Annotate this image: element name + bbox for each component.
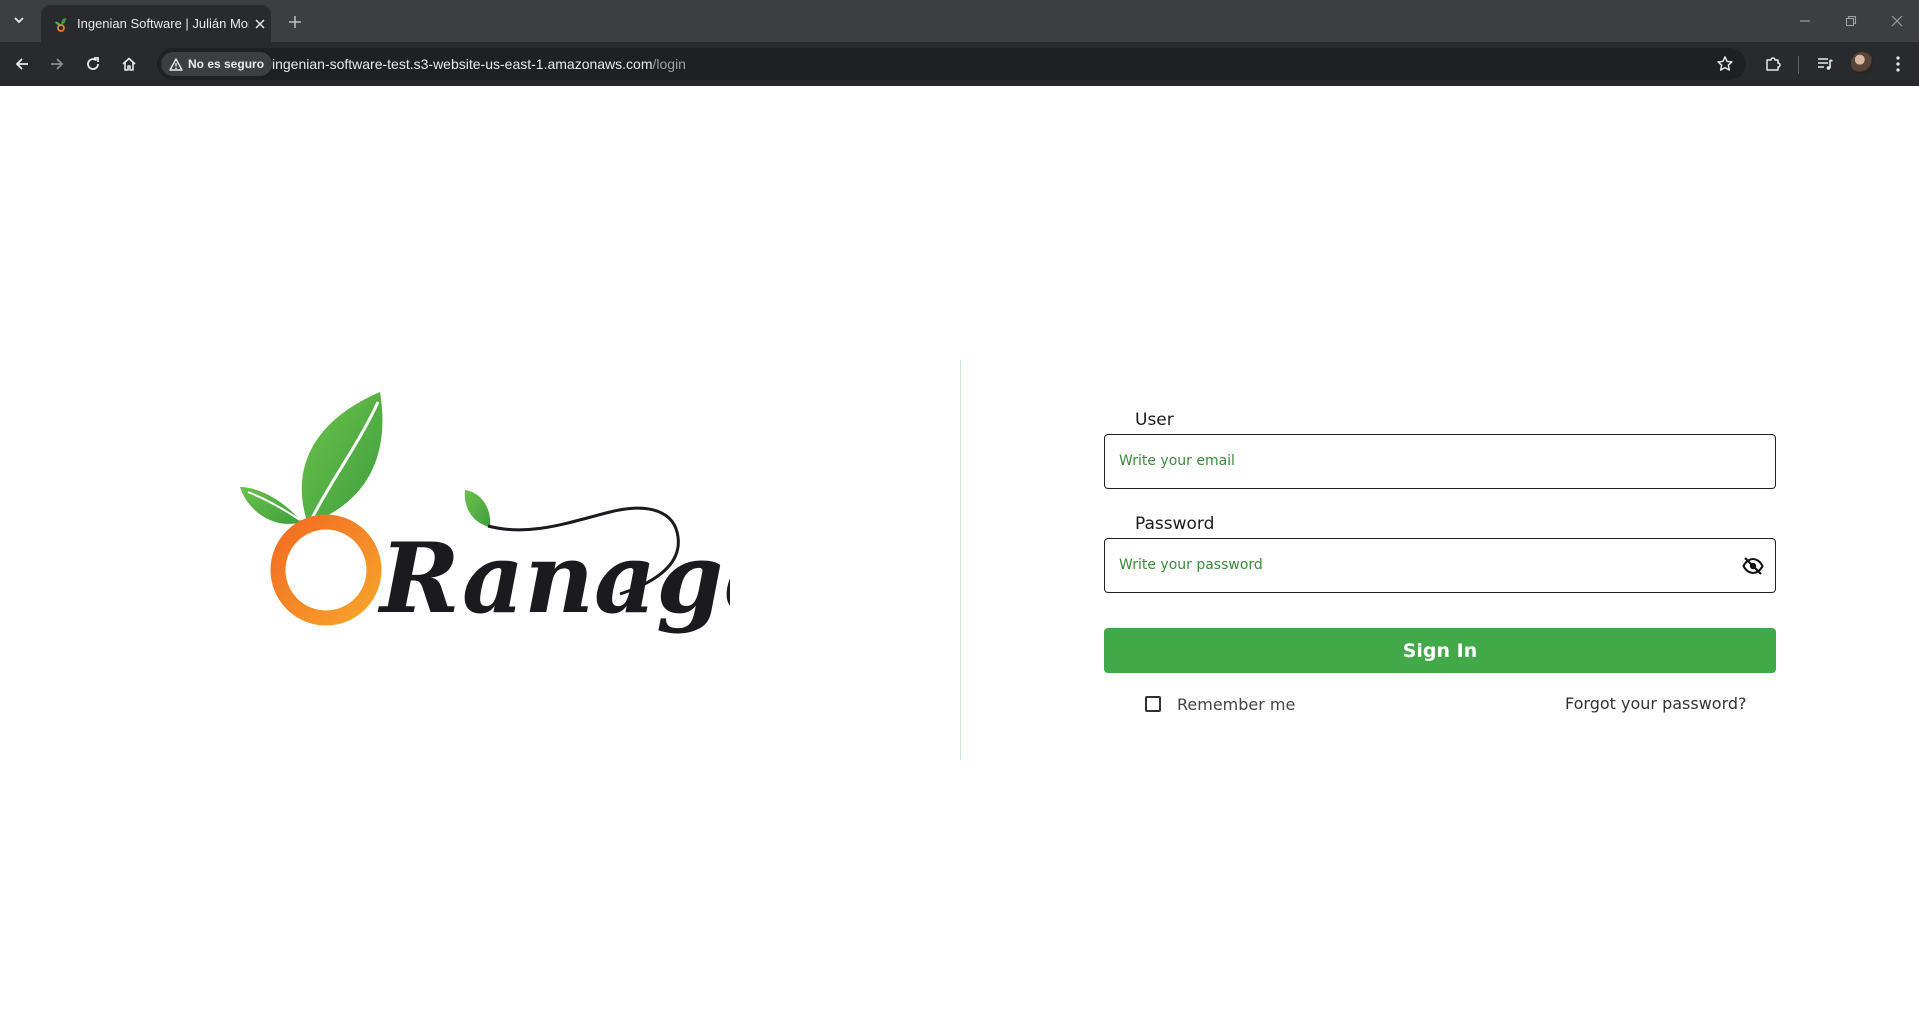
password-field xyxy=(1104,538,1776,593)
back-button[interactable] xyxy=(8,50,36,78)
reload-button[interactable] xyxy=(79,50,107,78)
chrome-menu-button[interactable] xyxy=(1884,50,1912,78)
minimize-icon xyxy=(1800,20,1810,22)
reload-icon xyxy=(87,57,99,70)
url-host: ingenian-software-test.s3-website-us-eas… xyxy=(272,56,653,72)
plant-favicon-icon xyxy=(53,16,69,32)
restore-button[interactable] xyxy=(1839,10,1863,32)
new-tab-button[interactable] xyxy=(283,10,307,34)
forward-button[interactable] xyxy=(43,50,71,78)
plus-icon xyxy=(289,16,301,28)
close-icon xyxy=(1891,15,1903,27)
tab-close-button[interactable] xyxy=(251,15,269,33)
forgot-password-link[interactable]: Forgot your password? xyxy=(1565,694,1747,713)
email-input[interactable] xyxy=(1119,435,1739,487)
bookmark-star-icon[interactable] xyxy=(1716,55,1734,73)
tab-strip: Ingenian Software | Julián Mora xyxy=(0,0,1919,42)
extensions-button[interactable] xyxy=(1759,50,1787,78)
arrow-right-icon xyxy=(51,58,64,70)
arrow-left-icon xyxy=(15,58,28,70)
media-button[interactable] xyxy=(1811,50,1839,78)
user-label: User xyxy=(1135,410,1174,430)
security-chip[interactable]: No es seguro xyxy=(161,52,273,76)
orange-logo: Ranage xyxy=(240,392,730,635)
eye-off-icon[interactable] xyxy=(1741,555,1765,577)
address-bar[interactable]: No es seguro ingenian-software-test.s3-w… xyxy=(157,48,1746,80)
remember-checkbox[interactable] xyxy=(1145,696,1161,712)
remember-me[interactable]: Remember me xyxy=(1145,693,1295,715)
password-input[interactable] xyxy=(1119,539,1739,591)
browser-toolbar: No es seguro ingenian-software-test.s3-w… xyxy=(0,42,1919,86)
profile-avatar[interactable] xyxy=(1851,52,1873,74)
url-path: /login xyxy=(652,56,686,72)
large-leaf-icon xyxy=(301,392,383,524)
warning-triangle-icon xyxy=(169,57,183,71)
close-window-button[interactable] xyxy=(1885,10,1909,32)
security-label: No es seguro xyxy=(188,57,265,71)
puzzle-icon xyxy=(1766,57,1781,71)
home-button[interactable] xyxy=(115,50,143,78)
url-text[interactable]: ingenian-software-test.s3-website-us-eas… xyxy=(272,56,686,72)
media-queue-icon xyxy=(1818,58,1833,70)
browser-tab-active[interactable]: Ingenian Software | Julián Mora xyxy=(41,5,271,42)
login-page: Ranage User Password Sign In Remember me… xyxy=(0,86,1919,1026)
restore-icon xyxy=(1845,15,1857,27)
sign-in-button[interactable]: Sign In xyxy=(1104,628,1776,673)
logo-wordmark: Ranage xyxy=(377,522,730,635)
password-label: Password xyxy=(1135,514,1215,534)
user-field xyxy=(1104,434,1776,489)
minimize-button[interactable] xyxy=(1793,10,1817,32)
orange-ring xyxy=(270,514,382,626)
kebab-menu-icon xyxy=(1896,56,1900,72)
tab-title: Ingenian Software | Julián Mora xyxy=(77,16,249,31)
tab-search-button[interactable] xyxy=(6,8,32,32)
vertical-divider xyxy=(960,360,961,760)
remember-label: Remember me xyxy=(1177,694,1296,714)
close-icon xyxy=(255,18,265,29)
home-icon xyxy=(122,57,136,71)
toolbar-separator xyxy=(1798,56,1799,74)
chevron-down-icon xyxy=(14,17,24,24)
